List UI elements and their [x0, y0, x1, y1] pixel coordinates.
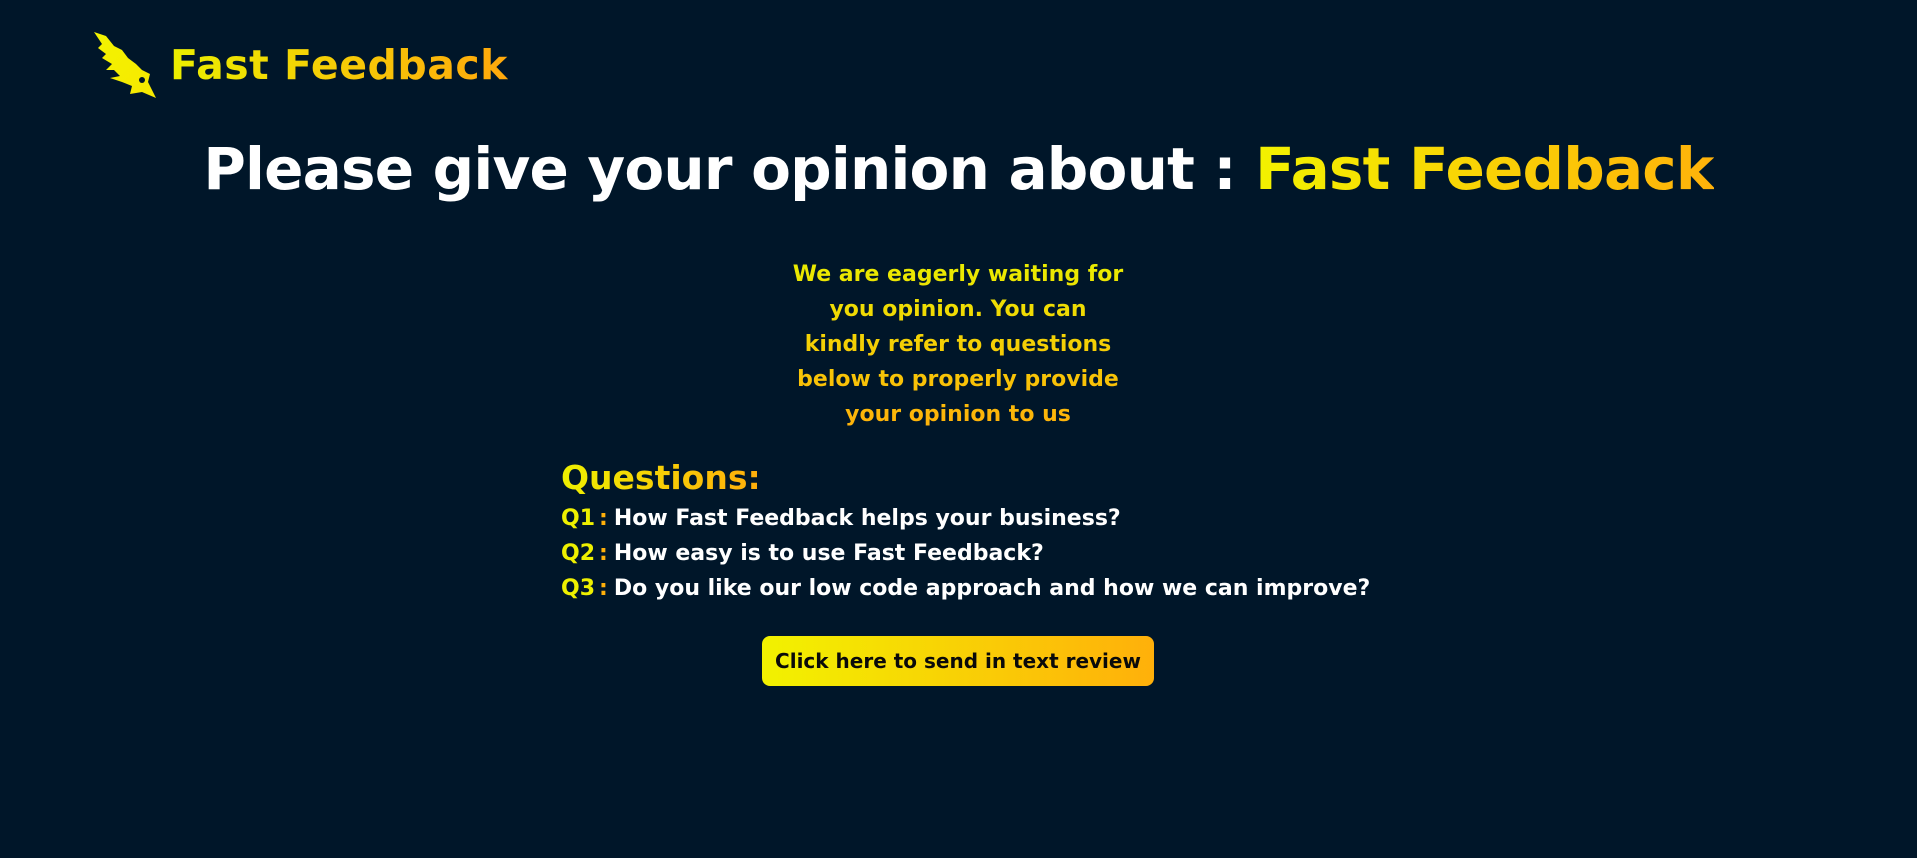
question-text: Do you like our low code approach and ho…	[613, 576, 1371, 601]
intro-text: We are eagerly waiting for you opinion. …	[783, 257, 1133, 432]
questions-section: Questions: Q1: How Fast Feedback helps yo…	[561, 455, 1370, 606]
page-title-accent: Fast Feedback	[1255, 135, 1714, 203]
brand-name: Fast Feedback	[170, 40, 508, 89]
question-separator: :	[599, 506, 608, 531]
send-text-review-button[interactable]: Click here to send in text review	[762, 636, 1154, 686]
bird-dart-icon	[94, 32, 156, 98]
intro-line: kindly refer to questions	[804, 332, 1112, 357]
question-separator: :	[599, 541, 608, 566]
question-text: How Fast Feedback helps your business?	[613, 506, 1121, 531]
question-number: Q2	[561, 541, 596, 566]
question-item: Q2: How easy is to use Fast Feedback?	[561, 536, 1370, 571]
question-text: How easy is to use Fast Feedback?	[613, 541, 1044, 566]
intro-line: you opinion. You can	[829, 297, 1087, 322]
intro-line: We are eagerly waiting for	[792, 262, 1124, 287]
questions-title: Questions:	[561, 455, 761, 501]
question-separator: :	[599, 576, 608, 601]
question-number: Q1	[561, 506, 596, 531]
intro-line: your opinion to us	[845, 402, 1071, 427]
page: Fast Feedback Please give your opinion a…	[0, 0, 1917, 858]
question-number: Q3	[561, 576, 596, 601]
question-item: Q3: Do you like our low code approach and…	[561, 571, 1370, 606]
brand[interactable]: Fast Feedback	[92, 30, 508, 100]
page-title: Please give your opinion about : Fast Fe…	[0, 134, 1917, 204]
question-item: Q1: How Fast Feedback helps your business…	[561, 501, 1370, 536]
page-title-prefix: Please give your opinion about :	[203, 135, 1256, 203]
intro-line: below to properly provide	[797, 367, 1119, 392]
